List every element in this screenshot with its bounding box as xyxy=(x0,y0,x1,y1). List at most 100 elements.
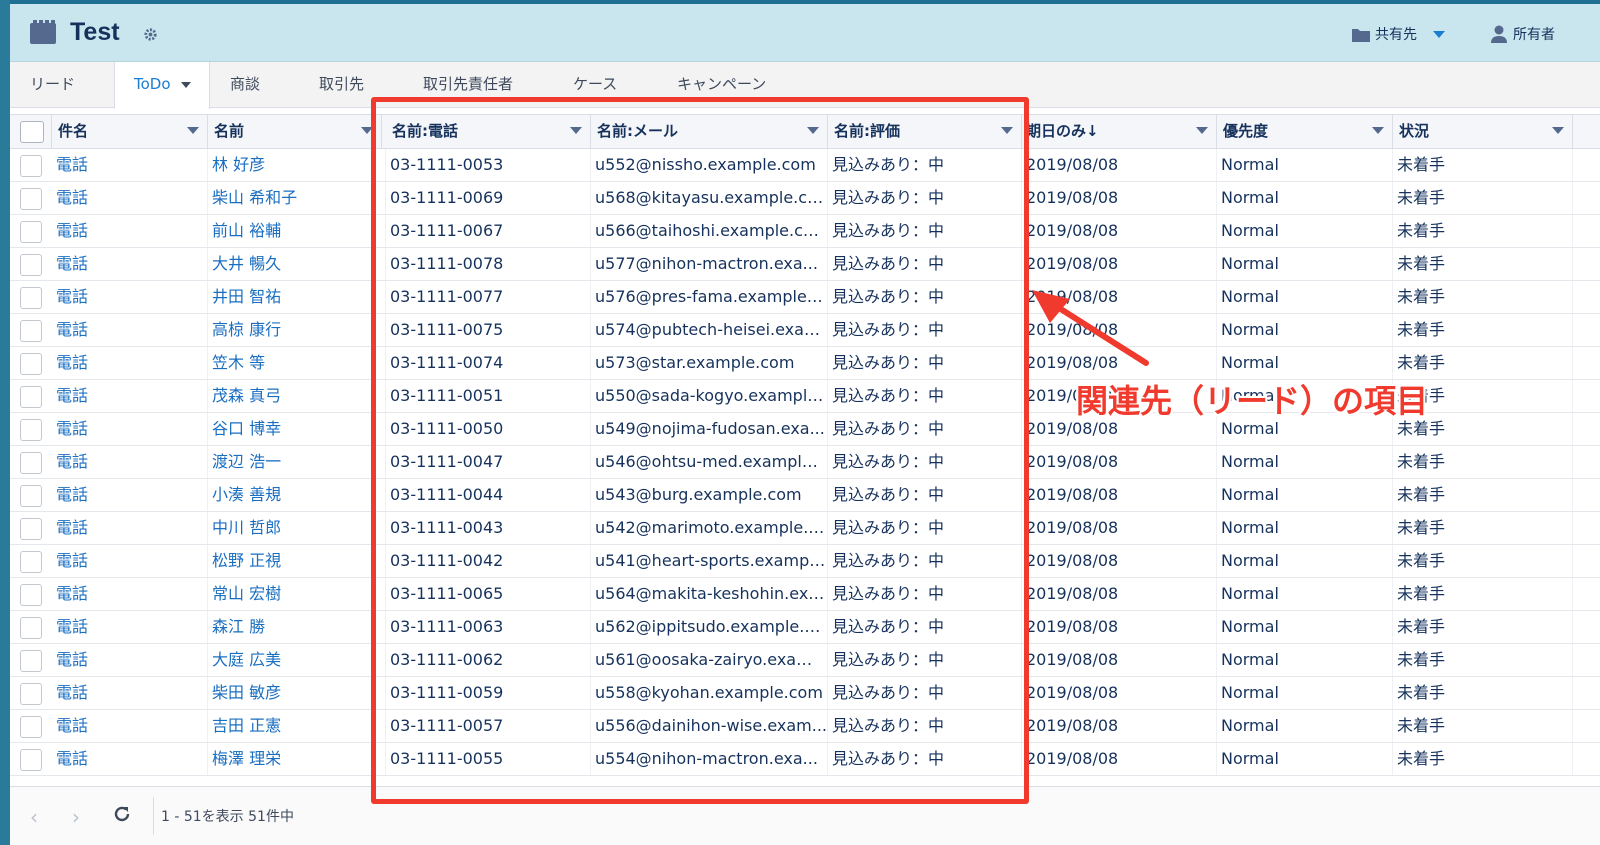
chevron-down-icon[interactable] xyxy=(570,127,582,134)
table-row[interactable]: 電話 渡辺 浩一 03-1111-0047 u546@ohtsu-med.exampl… xyxy=(10,446,1600,479)
chevron-down-icon[interactable] xyxy=(807,127,819,134)
cell-name[interactable]: 茂森 真弓 xyxy=(208,380,386,412)
cell-subject[interactable]: 電話 xyxy=(52,512,208,544)
tab-lead[interactable]: リード xyxy=(22,62,83,108)
cell-subject[interactable]: 電話 xyxy=(52,710,208,742)
row-checkbox[interactable] xyxy=(20,452,42,474)
chevron-down-icon[interactable] xyxy=(1552,127,1564,134)
chevron-down-icon[interactable] xyxy=(180,81,191,88)
cell-name[interactable]: 吉田 正憲 xyxy=(208,710,386,742)
cell-subject[interactable]: 電話 xyxy=(52,248,208,280)
share-dropdown[interactable]: 共有先 xyxy=(1352,23,1445,45)
cell-subject[interactable]: 電話 xyxy=(52,446,208,478)
chevron-down-icon[interactable] xyxy=(187,127,199,134)
cell-subject[interactable]: 電話 xyxy=(52,743,208,775)
row-checkbox[interactable] xyxy=(20,287,42,309)
cell-name[interactable]: 笠木 等 xyxy=(208,347,386,379)
cell-subject[interactable]: 電話 xyxy=(52,182,208,214)
cell-name[interactable]: 松野 正視 xyxy=(208,545,386,577)
cell-name[interactable]: 谷口 博幸 xyxy=(208,413,386,445)
table-row[interactable]: 電話 中川 哲郎 03-1111-0043 u542@marimoto.example… xyxy=(10,512,1600,545)
table-row[interactable]: 電話 大井 暢久 03-1111-0078 u577@nihon-mactron.ex… xyxy=(10,248,1600,281)
chevron-down-icon[interactable] xyxy=(1001,127,1013,134)
cell-subject[interactable]: 電話 xyxy=(52,479,208,511)
row-checkbox[interactable] xyxy=(20,716,42,738)
table-row[interactable]: 電話 梅澤 理栄 03-1111-0055 u554@nihon-mactron.ex… xyxy=(10,743,1600,776)
table-row[interactable]: 電話 吉田 正憲 03-1111-0057 u556@dainihon-wise.ex… xyxy=(10,710,1600,743)
table-row[interactable]: 電話 柴田 敏彦 03-1111-0059 u558@kyohan.example.c… xyxy=(10,677,1600,710)
row-checkbox[interactable] xyxy=(20,485,42,507)
row-checkbox[interactable] xyxy=(20,353,42,375)
table-row[interactable]: 電話 森江 勝 03-1111-0063 u562@ippitsudo.example… xyxy=(10,611,1600,644)
table-row[interactable]: 電話 井田 智祐 03-1111-0077 u576@pres-fama.exampl… xyxy=(10,281,1600,314)
tab-campaign[interactable]: キャンペーン xyxy=(669,62,774,108)
cell-subject[interactable]: 電話 xyxy=(52,413,208,445)
cell-subject[interactable]: 電話 xyxy=(52,281,208,313)
row-checkbox[interactable] xyxy=(20,320,42,342)
column-header-priority[interactable]: 優先度 xyxy=(1217,115,1393,149)
cell-name[interactable]: 渡辺 浩一 xyxy=(208,446,386,478)
gear-icon[interactable] xyxy=(143,27,158,42)
table-row[interactable]: 電話 高椋 康行 03-1111-0075 u574@pubtech-heisei.e… xyxy=(10,314,1600,347)
column-header-due-date[interactable]: 期日のみ↓ xyxy=(1022,115,1217,149)
cell-name[interactable]: 大井 暢久 xyxy=(208,248,386,280)
chevron-left-icon[interactable]: ‹ xyxy=(30,805,38,829)
tab-case[interactable]: ケース xyxy=(565,62,625,108)
table-row[interactable]: 電話 前山 裕輔 03-1111-0067 u566@taihoshi.example… xyxy=(10,215,1600,248)
chevron-right-icon[interactable]: › xyxy=(72,805,80,829)
owner-menu[interactable]: 所有者 xyxy=(1490,23,1555,45)
cell-name[interactable]: 井田 智祐 xyxy=(208,281,386,313)
cell-name[interactable]: 大庭 広美 xyxy=(208,644,386,676)
row-checkbox[interactable] xyxy=(20,749,42,771)
table-row[interactable]: 電話 小湊 善規 03-1111-0044 u543@burg.example.com… xyxy=(10,479,1600,512)
cell-subject[interactable]: 電話 xyxy=(52,611,208,643)
row-checkbox[interactable] xyxy=(20,650,42,672)
row-checkbox[interactable] xyxy=(20,518,42,540)
row-checkbox[interactable] xyxy=(20,155,42,177)
cell-name[interactable]: 梅澤 理栄 xyxy=(208,743,386,775)
row-checkbox[interactable] xyxy=(20,419,42,441)
column-header-subject[interactable]: 件名 xyxy=(52,115,208,149)
table-row[interactable]: 電話 柴山 希和子 03-1111-0069 u568@kitayasu.exampl… xyxy=(10,182,1600,215)
table-row[interactable]: 電話 松野 正視 03-1111-0042 u541@heart-sports.exa… xyxy=(10,545,1600,578)
cell-name[interactable]: 森江 勝 xyxy=(208,611,386,643)
row-checkbox[interactable] xyxy=(20,254,42,276)
tab-todo[interactable]: ToDo xyxy=(114,62,210,109)
cell-subject[interactable]: 電話 xyxy=(52,215,208,247)
chevron-down-icon[interactable] xyxy=(361,127,373,134)
column-header-name-phone[interactable]: 名前:電話 xyxy=(386,115,591,149)
row-checkbox[interactable] xyxy=(20,617,42,639)
cell-name[interactable]: 高椋 康行 xyxy=(208,314,386,346)
row-checkbox[interactable] xyxy=(20,188,42,210)
row-checkbox[interactable] xyxy=(20,386,42,408)
cell-subject[interactable]: 電話 xyxy=(52,380,208,412)
chevron-down-icon[interactable] xyxy=(1372,127,1384,134)
cell-subject[interactable]: 電話 xyxy=(52,347,208,379)
column-header-status[interactable]: 状況 xyxy=(1393,115,1573,149)
column-header-name-email[interactable]: 名前:メール xyxy=(591,115,828,149)
table-row[interactable]: 電話林 好彦 03-1111-0053 u552@nissho.example.co… xyxy=(10,149,1600,182)
cell-name[interactable]: 小湊 善規 xyxy=(208,479,386,511)
tab-account[interactable]: 取引先 xyxy=(311,62,372,108)
cell-name[interactable]: 前山 裕輔 xyxy=(208,215,386,247)
cell-subject[interactable]: 電話 xyxy=(52,677,208,709)
table-row[interactable]: 電話 大庭 広美 03-1111-0062 u561@oosaka-zairyo.ex… xyxy=(10,644,1600,677)
cell-name[interactable]: 柴山 希和子 xyxy=(208,182,386,214)
cell-subject[interactable]: 電話 xyxy=(52,578,208,610)
tab-opportunity[interactable]: 商談 xyxy=(222,62,268,108)
cell-subject[interactable]: 電話 xyxy=(52,149,208,181)
select-all-checkbox[interactable] xyxy=(20,121,44,143)
cell-subject[interactable]: 電話 xyxy=(52,644,208,676)
cell-name[interactable]: 柴田 敏彦 xyxy=(208,677,386,709)
table-row[interactable]: 電話 常山 宏樹 03-1111-0065 u564@makita-keshohin.… xyxy=(10,578,1600,611)
cell-name[interactable]: 中川 哲郎 xyxy=(208,512,386,544)
cell-subject[interactable]: 電話 xyxy=(52,545,208,577)
row-checkbox[interactable] xyxy=(20,221,42,243)
cell-name[interactable]: 常山 宏樹 xyxy=(208,578,386,610)
tab-contact[interactable]: 取引先責任者 xyxy=(415,62,521,108)
row-checkbox[interactable] xyxy=(20,584,42,606)
chevron-down-icon[interactable] xyxy=(1196,127,1208,134)
refresh-icon[interactable] xyxy=(113,805,131,823)
row-checkbox[interactable] xyxy=(20,683,42,705)
row-checkbox[interactable] xyxy=(20,551,42,573)
